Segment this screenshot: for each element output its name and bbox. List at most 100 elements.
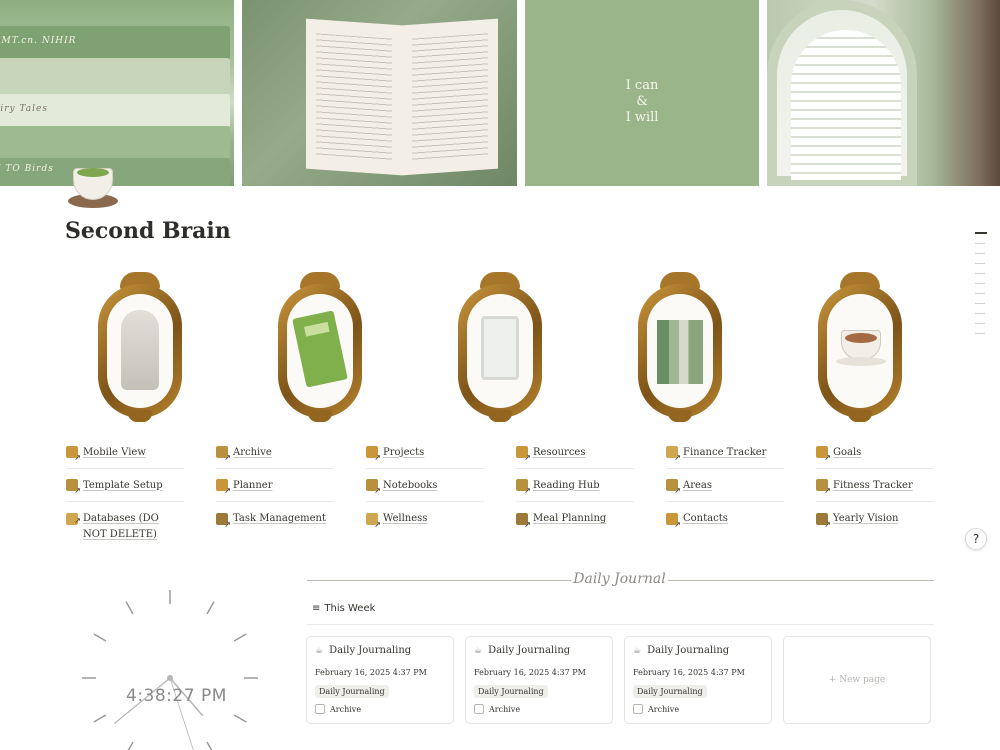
link-meal-planning[interactable]: Meal Planning: [516, 502, 634, 535]
links-column-2: Archive Planner Task Management: [216, 436, 334, 535]
teacup-icon: ☕: [633, 645, 642, 656]
tablet-icon: [481, 316, 519, 380]
card-title: Daily Journaling: [647, 645, 730, 656]
card-date: February 16, 2025 4:37 PM: [474, 668, 586, 677]
analog-clock: [82, 590, 258, 750]
outline-indicator[interactable]: [975, 232, 989, 343]
link-wellness[interactable]: Wellness: [366, 502, 484, 535]
archive-checkbox[interactable]: Archive: [633, 704, 679, 714]
teacup-icon: ☕: [474, 645, 483, 656]
clock-tick: [233, 633, 247, 642]
link-yearly-vision[interactable]: Yearly Vision: [816, 502, 934, 535]
clock-tick: [127, 741, 134, 750]
cover-image[interactable]: AMT.cn. NIHIR airy Tales E TO Birds I ca…: [0, 0, 1000, 186]
cover-window-photo: [767, 0, 1000, 186]
page-link-icon: [666, 479, 681, 495]
links-column-3: Projects Notebooks Wellness: [366, 436, 484, 535]
links-column-4: Resources Reading Hub Meal Planning: [516, 436, 634, 535]
card-tag: Daily Journaling: [315, 685, 389, 698]
page-link-icon: [666, 446, 681, 462]
clock-tick: [93, 714, 107, 723]
page-link-icon: [816, 512, 831, 529]
page-link-icon: [66, 513, 81, 529]
links-column-5: Finance Tracker Areas Contacts: [666, 436, 784, 535]
new-page-label: New page: [839, 675, 886, 685]
view-divider: [307, 624, 934, 625]
page-title[interactable]: Second Brain: [65, 218, 231, 244]
view-tab-label: This Week: [324, 603, 376, 614]
card-tag: Daily Journaling: [474, 685, 548, 698]
quote-line: I will: [625, 110, 659, 125]
journal-card[interactable]: ☕ Daily Journaling February 16, 2025 4:37…: [624, 636, 772, 724]
statue-bust-icon: [121, 310, 159, 390]
page-link-icon: [366, 512, 381, 529]
book-stack-icon: [657, 320, 703, 384]
link-areas[interactable]: Areas: [666, 469, 784, 502]
page-link-icon: [66, 446, 81, 462]
digital-time: 4:38:27 PM: [126, 686, 227, 706]
link-contacts[interactable]: Contacts: [666, 502, 784, 535]
card-title: Daily Journaling: [329, 645, 412, 656]
list-filter-icon: ≡: [312, 603, 321, 614]
page-link-icon: [216, 479, 231, 495]
card-date: February 16, 2025 4:37 PM: [315, 668, 427, 677]
links-column-1: Mobile View Template Setup Databases (DO…: [66, 436, 184, 546]
latte-cup-icon: [836, 330, 886, 366]
view-tab-this-week[interactable]: ≡ This Week: [312, 603, 375, 614]
frame-statue-image: [98, 272, 182, 422]
link-projects[interactable]: Projects: [366, 436, 484, 469]
clock-tick: [233, 714, 247, 723]
frame-notebook-image: [278, 272, 362, 422]
notebook-icon: [292, 310, 348, 388]
link-task-management[interactable]: Task Management: [216, 502, 334, 535]
page-link-icon: [216, 446, 231, 462]
new-page-card[interactable]: + New page: [783, 636, 931, 724]
page-link-icon: [666, 512, 681, 529]
card-title: Daily Journaling: [488, 645, 571, 656]
page-link-icon: [816, 446, 831, 462]
frame-tablet-image: [458, 272, 542, 422]
page-link-icon: [516, 479, 531, 495]
link-goals[interactable]: Goals: [816, 436, 934, 469]
cover-books-photo: AMT.cn. NIHIR airy Tales E TO Birds: [0, 0, 234, 186]
clock-tick: [93, 633, 107, 642]
quote-line: I can: [625, 78, 659, 93]
link-finance-tracker[interactable]: Finance Tracker: [666, 436, 784, 469]
link-databases[interactable]: Databases (DO NOT DELETE): [66, 502, 184, 546]
cover-quote-tile: I can & I will: [525, 0, 759, 186]
page-link-icon: [216, 512, 231, 529]
cover-reading-photo: [242, 0, 517, 186]
divider-left: [307, 580, 571, 581]
link-mobile-view[interactable]: Mobile View: [66, 436, 184, 469]
page-link-icon: [816, 479, 831, 495]
link-notebooks[interactable]: Notebooks: [366, 469, 484, 502]
book-spine-text: airy Tales: [0, 104, 48, 114]
checkbox-label: Archive: [489, 704, 521, 714]
frame-books-image: [638, 272, 722, 422]
section-title-daily-journal: Daily Journal: [573, 571, 666, 587]
book-spine-text: AMT.cn. NIHIR: [0, 36, 77, 46]
links-column-6: Goals Fitness Tracker Yearly Vision: [816, 436, 934, 535]
link-planner[interactable]: Planner: [216, 469, 334, 502]
link-fitness-tracker[interactable]: Fitness Tracker: [816, 469, 934, 502]
book-spine-text: E TO Birds: [0, 164, 54, 174]
matcha-cup-icon[interactable]: [68, 162, 118, 210]
archive-checkbox[interactable]: Archive: [315, 704, 361, 714]
page-link-icon: [516, 446, 531, 462]
page-link-icon: [516, 512, 531, 529]
archive-checkbox[interactable]: Archive: [474, 704, 520, 714]
link-archive[interactable]: Archive: [216, 436, 334, 469]
link-reading-hub[interactable]: Reading Hub: [516, 469, 634, 502]
clock-widget: 4:38:27 PM: [70, 580, 270, 750]
clock-tick: [206, 601, 215, 615]
link-template-setup[interactable]: Template Setup: [66, 469, 184, 502]
help-question-icon[interactable]: ?: [965, 528, 987, 550]
quote-line: &: [636, 94, 648, 109]
link-resources[interactable]: Resources: [516, 436, 634, 469]
plus-icon: +: [828, 675, 840, 685]
journal-card[interactable]: ☕ Daily Journaling February 16, 2025 4:37…: [465, 636, 613, 724]
page-link-icon: [66, 479, 81, 495]
page-link-icon: [366, 446, 381, 462]
clock-tick: [206, 741, 213, 750]
journal-card[interactable]: ☕ Daily Journaling February 16, 2025 4:37…: [306, 636, 454, 724]
